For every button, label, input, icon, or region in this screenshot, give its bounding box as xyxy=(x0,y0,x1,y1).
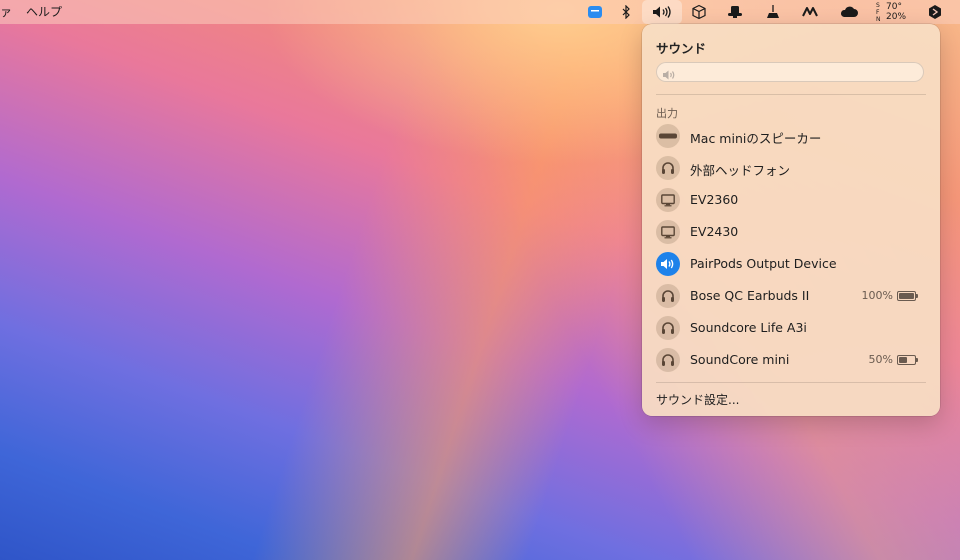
output-device-item[interactable]: PairPods Output Device xyxy=(656,250,926,278)
menu-bar: ァ ヘルプ S FN 70° 20% xyxy=(0,0,960,24)
headphones-icon xyxy=(656,316,680,340)
headphones-icon xyxy=(656,284,680,308)
finder-badge-icon[interactable] xyxy=(586,0,604,24)
output-device-item[interactable]: EV2430 xyxy=(656,218,926,246)
battery-status: 50% xyxy=(868,353,918,366)
display-icon xyxy=(656,188,680,212)
cube-icon[interactable] xyxy=(690,0,708,24)
volume-low-icon xyxy=(662,66,676,85)
output-device-name: EV2360 xyxy=(690,192,739,207)
bluetooth-icon[interactable] xyxy=(619,0,633,24)
output-device-name: EV2430 xyxy=(690,224,739,239)
output-device-name: Bose QC Earbuds II xyxy=(690,288,810,303)
divider xyxy=(656,382,926,383)
weather-temperature: 70° xyxy=(886,2,902,12)
sound-settings-link[interactable]: サウンド設定... xyxy=(656,391,739,408)
output-device-item[interactable]: Soundcore Life A3i xyxy=(656,314,926,342)
divider xyxy=(656,94,926,95)
weather-prefix: S FN xyxy=(876,2,881,23)
weather-widget[interactable]: S FN 70° 20% xyxy=(876,2,906,23)
battery-percent: 100% xyxy=(861,289,893,302)
output-device-item[interactable]: Mac miniのスピーカー xyxy=(656,122,926,150)
sound-panel: サウンド 出力 Mac miniのスピーカー 外部ヘッドフォン EV2360 EV24… xyxy=(642,24,940,416)
output-device-name: 外部ヘッドフォン xyxy=(690,163,791,178)
broom-icon[interactable] xyxy=(764,0,782,24)
headphones-icon xyxy=(656,156,680,180)
output-device-item[interactable]: Bose QC Earbuds II 100% xyxy=(656,282,926,310)
battery-icon xyxy=(897,290,918,301)
output-device-name: Soundcore Life A3i xyxy=(690,320,807,335)
flow-icon[interactable] xyxy=(801,0,819,24)
menu-item-partial[interactable]: ァ xyxy=(0,4,12,20)
headphones-icon xyxy=(656,348,680,372)
battery-percent: 50% xyxy=(868,353,893,366)
app-hexagon-icon[interactable] xyxy=(926,0,944,24)
cloud-icon[interactable] xyxy=(838,0,860,24)
output-device-item[interactable]: 外部ヘッドフォン xyxy=(656,154,926,182)
battery-status: 100% xyxy=(861,289,918,302)
output-device-item[interactable]: SoundCore mini 50% xyxy=(656,346,926,374)
sound-panel-title: サウンド xyxy=(656,41,707,56)
weather-humidity: 20% xyxy=(886,12,907,22)
output-device-item[interactable]: EV2360 xyxy=(656,186,926,214)
output-device-name: Mac miniのスピーカー xyxy=(690,131,822,146)
volume-icon[interactable] xyxy=(642,0,682,24)
volume-slider[interactable] xyxy=(656,62,924,82)
menu-item-help[interactable]: ヘルプ xyxy=(26,4,62,20)
output-device-name: SoundCore mini xyxy=(690,352,790,367)
speaker-wave-icon xyxy=(656,252,680,276)
output-section-label: 出力 xyxy=(656,107,678,120)
output-device-name: PairPods Output Device xyxy=(690,256,837,271)
display-icon xyxy=(656,220,680,244)
battery-icon xyxy=(897,354,918,365)
speaker-bar-icon xyxy=(656,124,680,148)
hat-icon[interactable] xyxy=(726,0,744,24)
